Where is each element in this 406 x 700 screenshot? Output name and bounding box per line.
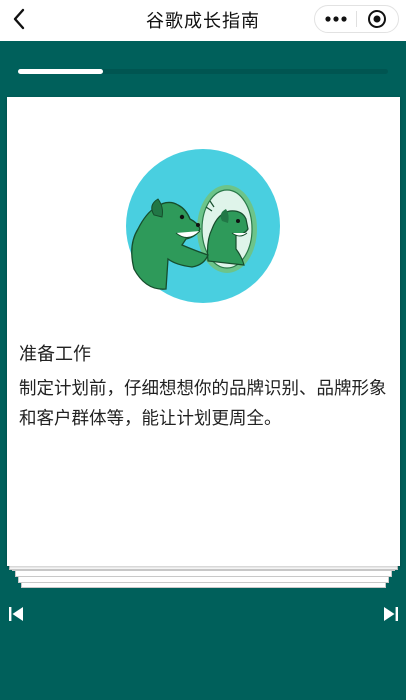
card-title: 准备工作 [19, 344, 91, 365]
progress-bar [18, 69, 388, 74]
skip-next-icon [384, 607, 398, 621]
card-body-text: 制定计划前，仔细想想你的品牌识别、品牌形象和客户群体等，能让计划更周全。 [19, 379, 387, 429]
close-button[interactable] [357, 6, 398, 32]
progress-fill [18, 69, 104, 74]
previous-page-button[interactable] [5, 603, 27, 625]
dog-mirror-illustration [126, 149, 280, 303]
more-button[interactable] [315, 6, 356, 32]
nav-bar: 谷歌成长指南 [0, 0, 406, 41]
skip-previous-icon [9, 607, 23, 621]
mini-program-capsule [314, 5, 399, 33]
more-dots-icon [324, 16, 347, 22]
guide-card: 准备工作 制定计划前，仔细想想你的品牌识别、品牌形象和客户群体等，能让计划更周全… [7, 97, 400, 566]
next-page-button[interactable] [380, 603, 402, 625]
target-circle-icon [368, 10, 387, 28]
